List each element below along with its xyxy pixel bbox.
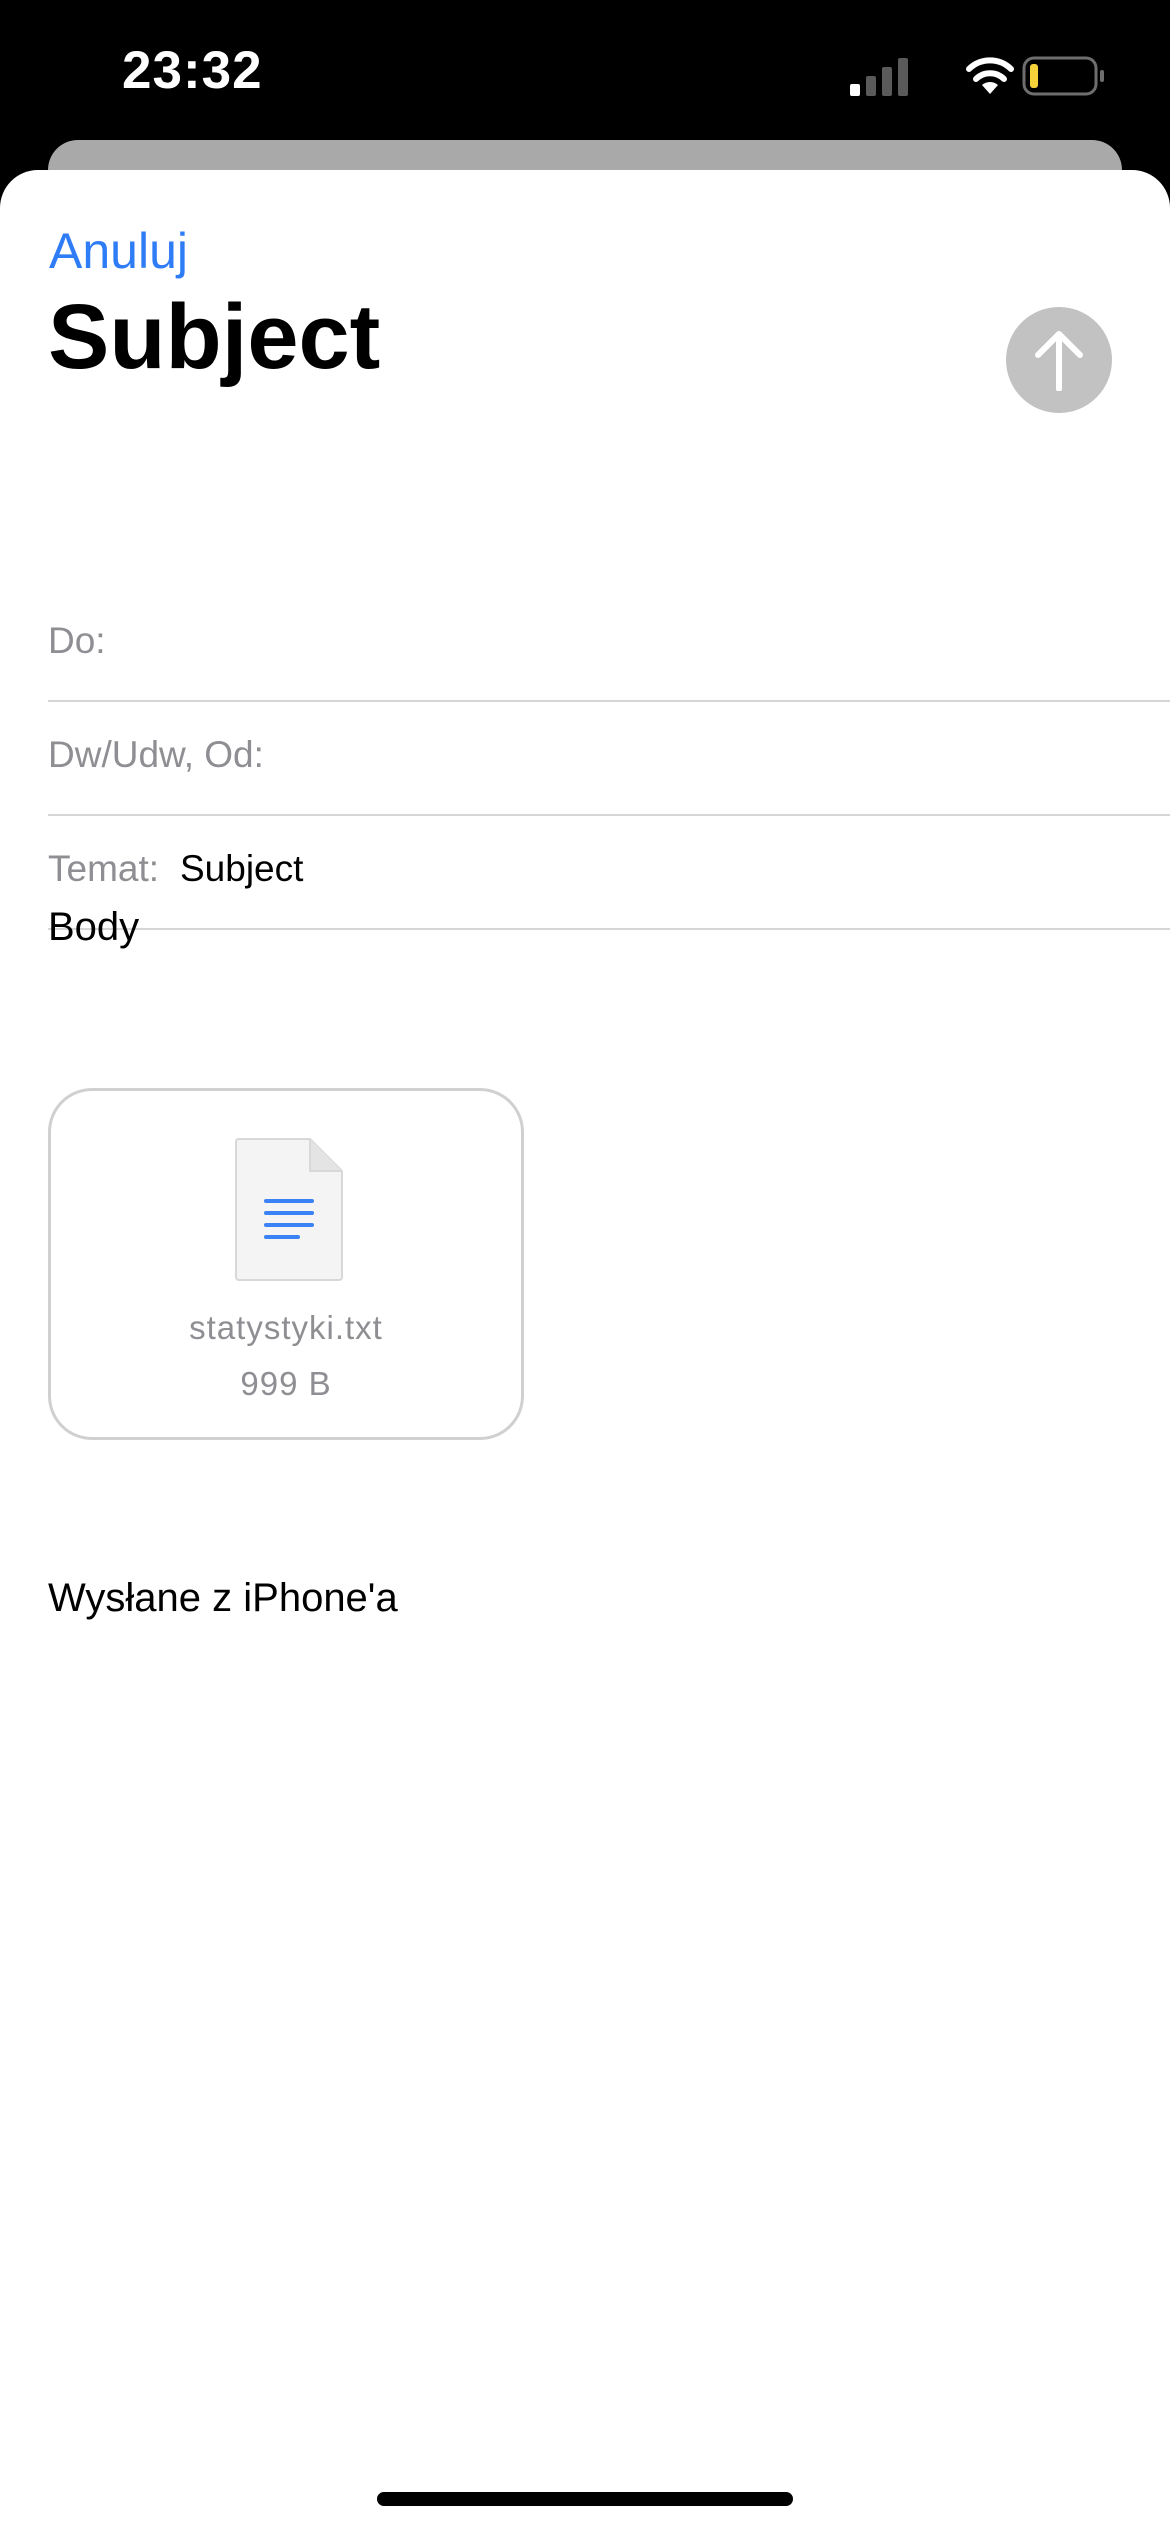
- status-time: 23:32: [122, 41, 263, 100]
- arrow-up-icon: [1035, 331, 1083, 391]
- to-label: Do:: [48, 620, 106, 661]
- signature[interactable]: Wysłane z iPhone'a: [48, 1576, 398, 1621]
- to-field[interactable]: Do:: [48, 586, 1170, 702]
- page-title: Subject: [48, 286, 381, 388]
- wifi-icon: [966, 57, 1014, 94]
- signal-icon: [850, 58, 908, 96]
- text-document-icon: [235, 1138, 343, 1281]
- battery-icon: [1022, 56, 1104, 96]
- attachment-card[interactable]: statystyki.txt 999 B: [48, 1088, 524, 1440]
- cc-label: Dw/Udw, Od:: [48, 734, 264, 775]
- message-body[interactable]: Body: [48, 905, 139, 950]
- subject-label: Temat:: [48, 848, 160, 889]
- cancel-button[interactable]: Anuluj: [49, 222, 188, 280]
- send-button[interactable]: [1006, 307, 1112, 413]
- attachment-name: statystyki.txt: [189, 1309, 383, 1346]
- subject-field[interactable]: Temat: Subject: [48, 814, 1170, 930]
- subject-value[interactable]: Subject: [180, 848, 303, 890]
- status-bar: 23:32: [0, 0, 1170, 150]
- cc-bcc-from-field[interactable]: Dw/Udw, Od:: [48, 700, 1170, 816]
- home-indicator[interactable]: [377, 2492, 793, 2506]
- attachment-size: 999 B: [240, 1365, 332, 1402]
